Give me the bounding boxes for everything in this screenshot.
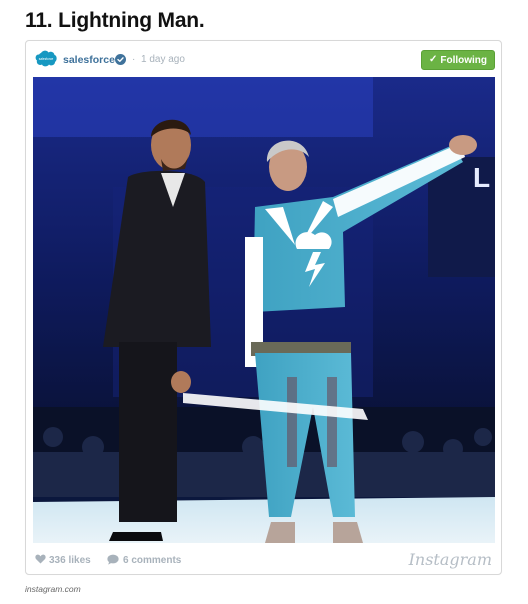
separator-dot: ·: [132, 54, 136, 65]
embed-header: salesforce salesforce · 1 day ago ✓ Foll…: [26, 41, 501, 77]
post-photo[interactable]: L: [33, 77, 495, 543]
post-photo-image: L: [33, 77, 495, 543]
salesforce-logo-icon[interactable]: salesforce: [35, 50, 57, 67]
article-heading: 11. Lightning Man.: [25, 9, 205, 32]
post-timestamp[interactable]: 1 day ago: [141, 54, 185, 65]
following-button[interactable]: ✓ Following: [421, 50, 495, 70]
svg-text:L: L: [473, 162, 490, 193]
comment-bubble-icon[interactable]: [107, 554, 119, 565]
following-button-label: Following: [440, 54, 488, 66]
instagram-wordmark[interactable]: Instagram: [409, 550, 492, 569]
avatar-logo-text: salesforce: [39, 57, 54, 61]
source-credit[interactable]: instagram.com: [25, 584, 81, 594]
heart-icon[interactable]: [35, 554, 46, 564]
comments-count[interactable]: 6 comments: [123, 555, 181, 566]
verified-badge-icon: [115, 54, 126, 65]
embed-footer: 336 likes 6 comments Instagram: [26, 549, 501, 575]
checkmark-icon: ✓: [428, 54, 438, 65]
account-username[interactable]: salesforce: [63, 54, 115, 66]
instagram-embed: salesforce salesforce · 1 day ago ✓ Foll…: [25, 40, 502, 575]
likes-count[interactable]: 336 likes: [49, 555, 91, 566]
